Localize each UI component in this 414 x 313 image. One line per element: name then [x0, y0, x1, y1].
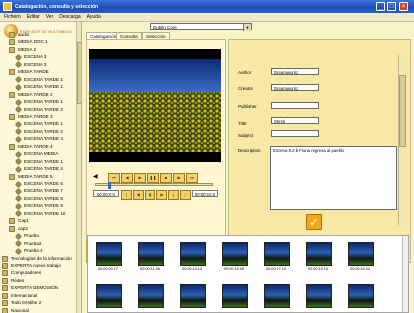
menu-ayuda[interactable]: Ayuda [87, 14, 101, 20]
folder-icon [9, 91, 15, 98]
menu-fichero[interactable]: Fichero [4, 14, 21, 20]
chevron-down-icon[interactable]: ▼ [243, 24, 251, 31]
thumbnail[interactable] [306, 242, 332, 266]
subject-label: Subject [238, 133, 254, 138]
title-field[interactable]: Shrek [271, 117, 319, 124]
thumbnail[interactable] [180, 242, 206, 266]
pause-icon[interactable]: ❚❚ [147, 173, 159, 183]
tree-item-label: Nacional [11, 307, 29, 313]
folder-icon [9, 143, 15, 150]
thumbnail[interactable] [138, 242, 164, 266]
dropdown-value: Dublin Core [153, 25, 177, 30]
thumbnail[interactable] [222, 242, 248, 266]
menu-descarga[interactable]: Descarga [59, 14, 80, 20]
next-frame-icon[interactable]: ▶ [156, 190, 168, 200]
thumbnail-time: 00:00:17.10 [265, 267, 287, 271]
confirm-button[interactable]: ✓ [306, 214, 322, 230]
minimize-button[interactable]: _ [376, 2, 385, 11]
thumbnail[interactable] [348, 284, 374, 308]
check-icon: ✓ [309, 217, 319, 229]
video-frame [89, 49, 221, 162]
thumbnail[interactable] [264, 242, 290, 266]
thumbnail[interactable] [222, 284, 248, 308]
folder-icon [2, 262, 8, 269]
thumbnail[interactable] [96, 242, 122, 266]
folder-icon [2, 255, 8, 262]
mark-in-icon[interactable]: [ [121, 190, 132, 200]
menu-bar: Fichero Editar Ver Descarga Ayuda [0, 13, 414, 22]
stop-icon[interactable]: ■ [160, 173, 172, 183]
folder-icon [2, 292, 8, 299]
window-title: Catalogación, consulta y selección [15, 3, 99, 10]
timecode-end[interactable]: 00:00:10.0 [192, 190, 218, 197]
rewind-icon[interactable]: ◀ [121, 173, 133, 183]
close-button[interactable]: × [399, 2, 408, 11]
publisher-field[interactable] [271, 102, 319, 109]
tree-item-label: ESCENA TARDE 10 [24, 210, 66, 216]
prev-frame-icon[interactable]: ◀ [132, 190, 144, 200]
folder-icon [2, 307, 8, 313]
forward-end-icon[interactable]: ⏭ [186, 173, 198, 183]
folder-icon [2, 277, 8, 284]
forward-icon[interactable]: ▶ [173, 173, 185, 183]
metadata-scrollbar[interactable] [398, 55, 406, 225]
thumbnail-time: 00:00:22.01 [349, 267, 371, 271]
title-label: Title [238, 121, 247, 126]
mark-out-icon[interactable]: ] [168, 190, 180, 200]
menu-ver[interactable]: Ver [46, 14, 54, 20]
thumbnail[interactable] [264, 284, 290, 308]
folder-icon [9, 218, 15, 225]
timecode-start[interactable]: 00:00:0 0 [93, 190, 119, 197]
sidebar-scrollbar[interactable] [76, 22, 81, 313]
folder-icon [9, 69, 15, 76]
creator-label: Creator [238, 86, 254, 91]
metadata-type-dropdown[interactable]: Dublin Core ▼ [150, 23, 252, 31]
thumbnail[interactable] [306, 284, 332, 308]
title-bar: Catalogación, consulta y selección [0, 0, 414, 13]
thumbnail-time: 00:00:00.17 [97, 267, 119, 271]
folder-icon [9, 173, 15, 180]
volume-icon[interactable]: ◀ [93, 174, 99, 180]
folder-icon [2, 285, 8, 292]
menu-editar[interactable]: Editar [27, 14, 40, 20]
thumbnail-time: 00:00:13.13 [181, 267, 203, 271]
publisher-label: Publisher [238, 104, 257, 109]
scroll-thumb[interactable] [399, 75, 406, 147]
thumbnail[interactable] [138, 284, 164, 308]
folder-icon [2, 300, 8, 307]
seek-slider[interactable] [95, 182, 213, 189]
maximize-button[interactable]: □ [387, 2, 396, 11]
folder-icon [2, 270, 8, 277]
play-icon[interactable]: ▶ [134, 173, 146, 183]
scroll-thumb[interactable] [77, 42, 81, 104]
frame-icon[interactable]: ▮ [144, 190, 156, 200]
subject-field[interactable] [271, 130, 319, 137]
tree-item[interactable]: Nacional [2, 307, 29, 313]
folder-icon [9, 46, 15, 53]
thumbnail[interactable] [348, 242, 374, 266]
sidebar-tree: SERVIDOR DE MULTIMEDIA audio MEDIA DOC 1M… [0, 22, 82, 313]
thumbnail-time: 00:00:11.96 [140, 267, 160, 271]
thumbnail[interactable] [96, 284, 122, 308]
app-icon [3, 2, 12, 11]
thumbnail[interactable] [180, 284, 206, 308]
thumbnail-strip: 00:00:00.17 00:00:11.96 00:00:13.13 00:00:1… [87, 235, 409, 313]
clip-icon[interactable]: ⬚ [180, 190, 191, 200]
thumbnail-scrollbar[interactable] [402, 236, 408, 312]
author-label: Author [238, 70, 252, 75]
marker-controls: [ ◀ ▮ ▶ ] ⬚ [121, 190, 191, 200]
folder-icon [9, 225, 15, 232]
folder-icon [9, 32, 15, 38]
description-textarea[interactable]: Escena 8.2 b Fiona regresa al pueblo [270, 146, 397, 210]
thumbnail-time: 00:00:19.10 [307, 267, 329, 271]
playback-controls: ⏮ ◀ ▶ ❚❚ ■ ▶ ⏭ [108, 173, 218, 183]
author-field[interactable]: Dreamworkz [271, 68, 319, 75]
folder-icon [9, 39, 15, 46]
creator-field[interactable]: Dreamworkz [271, 84, 319, 91]
thumbnail-time: 00:00:15.05 [223, 267, 245, 271]
seek-knob[interactable] [107, 182, 111, 189]
description-label: Description [238, 148, 261, 153]
folder-icon [9, 113, 15, 120]
